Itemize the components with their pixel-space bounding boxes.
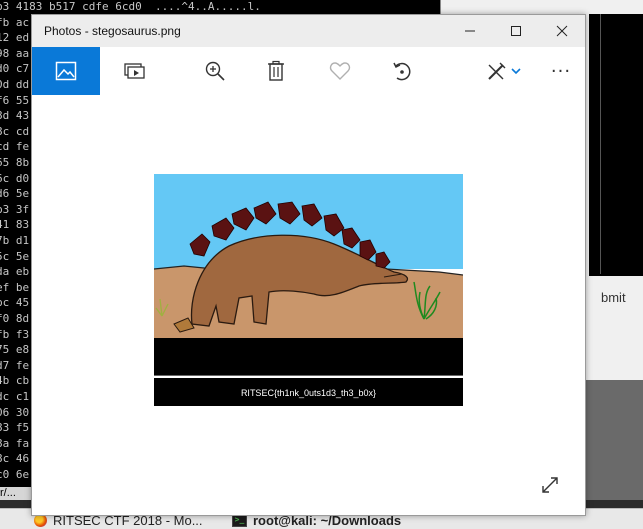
zoom-button[interactable] bbox=[195, 47, 235, 95]
title-bar[interactable]: Photos - stegosaurus.png bbox=[32, 15, 585, 47]
fullscreen-button[interactable] bbox=[538, 473, 562, 497]
expand-arrows-icon bbox=[542, 477, 558, 493]
close-button[interactable] bbox=[539, 15, 585, 47]
photos-window: Photos - stegosaurus.png ··· RITSEC{th1n… bbox=[31, 14, 586, 516]
close-icon bbox=[556, 25, 568, 37]
slideshow-icon bbox=[124, 63, 145, 79]
delete-icon bbox=[268, 60, 284, 81]
background-terminal-panel bbox=[589, 14, 643, 276]
minimize-icon bbox=[465, 30, 475, 32]
maximize-icon bbox=[511, 26, 521, 36]
photos-toolbar: ··· bbox=[32, 47, 585, 95]
caption-divider bbox=[154, 375, 463, 376]
submit-button[interactable]: bmit bbox=[601, 290, 626, 305]
stegosaurus-drawing bbox=[153, 174, 464, 375]
scrollbar[interactable] bbox=[600, 14, 601, 274]
minimize-button[interactable] bbox=[447, 15, 493, 47]
more-options-button[interactable]: ··· bbox=[541, 47, 581, 95]
stegosaurus-image: RITSEC{th1nk_0uts1d3_th3_b0x} bbox=[153, 174, 464, 406]
chevron-down-icon bbox=[510, 68, 521, 75]
desktop-background bbox=[583, 380, 643, 500]
window-title: Photos - stegosaurus.png bbox=[44, 24, 181, 38]
favorite-button[interactable] bbox=[320, 47, 360, 95]
zoom-icon bbox=[205, 61, 225, 81]
rotate-button[interactable] bbox=[382, 47, 422, 95]
favorite-heart-icon bbox=[329, 62, 351, 80]
view-image-icon bbox=[55, 61, 77, 81]
slideshow-button[interactable] bbox=[114, 47, 154, 95]
image-flag-caption: RITSEC{th1nk_0uts1d3_th3_b0x} bbox=[154, 378, 463, 406]
edit-draw-icon bbox=[487, 62, 505, 80]
view-image-button[interactable] bbox=[32, 47, 100, 95]
terminal-hexdump-line: c0 6e bbox=[0, 468, 30, 481]
maximize-button[interactable] bbox=[493, 15, 539, 47]
rotate-icon bbox=[393, 62, 411, 81]
edit-draw-button[interactable] bbox=[478, 47, 528, 95]
delete-button[interactable] bbox=[256, 47, 296, 95]
